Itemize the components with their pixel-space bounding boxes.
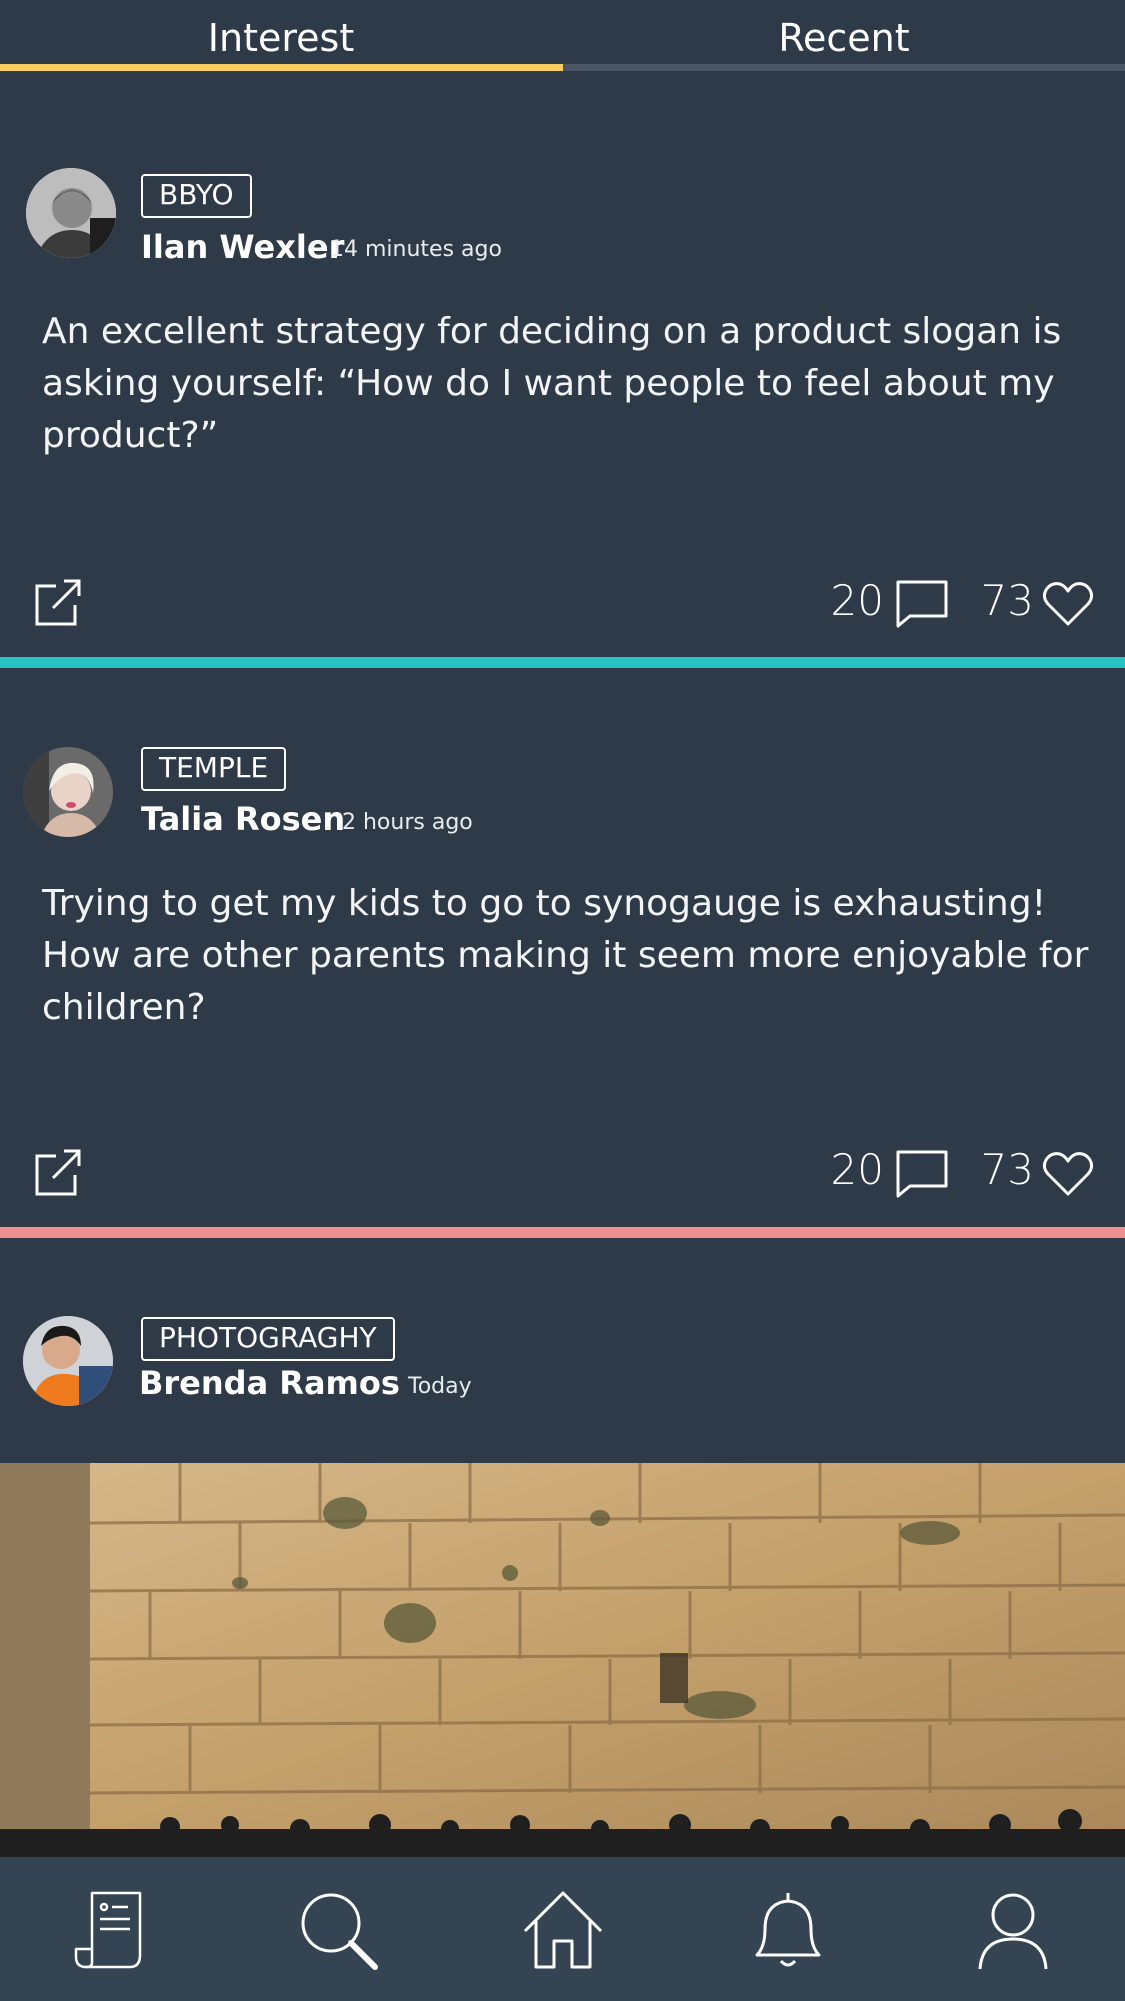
nav-home[interactable] xyxy=(450,1857,675,2001)
search-icon xyxy=(301,1893,378,1970)
bottom-nav xyxy=(0,1857,1125,2001)
nav-feed[interactable] xyxy=(0,1857,225,2001)
avatar-photo-icon xyxy=(26,168,116,258)
avatar[interactable] xyxy=(26,168,116,258)
post-text: Trying to get my kids to go to synogauge… xyxy=(42,883,1089,1028)
like-count: 73 xyxy=(980,576,1034,625)
share-icon[interactable] xyxy=(34,578,82,626)
group-tag[interactable]: PHOTOGRAGHY xyxy=(141,1317,395,1361)
comment-count: 20 xyxy=(830,576,884,625)
heart-icon[interactable] xyxy=(1042,580,1094,628)
heart-icon[interactable] xyxy=(1042,1150,1094,1198)
avatar[interactable] xyxy=(23,1316,113,1406)
nav-search[interactable] xyxy=(225,1857,450,2001)
comment-count: 20 xyxy=(830,1145,884,1194)
comment-icon[interactable] xyxy=(896,580,948,628)
scroll-icon xyxy=(74,1891,142,1969)
share-icon[interactable] xyxy=(34,1148,82,1196)
post-divider xyxy=(0,1227,1125,1238)
post-time: 2 hours ago xyxy=(342,810,473,835)
home-icon xyxy=(523,1891,603,1969)
post-time: Today xyxy=(408,1374,472,1399)
tab-indicator-inactive xyxy=(563,64,1125,71)
post-text: An excellent strategy for deciding on a … xyxy=(42,311,1062,456)
nav-profile[interactable] xyxy=(900,1857,1125,2001)
tab-recent[interactable]: Recent xyxy=(563,0,1125,72)
bell-icon xyxy=(755,1893,821,1967)
post-image[interactable] xyxy=(0,1463,1125,1857)
nav-notifications[interactable] xyxy=(675,1857,900,2001)
author-name[interactable]: Talia Rosen xyxy=(141,800,345,838)
post-time: 14 minutes ago xyxy=(330,237,502,262)
tab-interest[interactable]: Interest xyxy=(0,0,562,72)
author-name[interactable]: Ilan Wexler xyxy=(141,228,344,266)
group-tag[interactable]: BBYO xyxy=(141,174,252,218)
user-icon xyxy=(978,1893,1048,1970)
avatar-photo-icon xyxy=(23,747,113,837)
like-count: 73 xyxy=(980,1145,1034,1194)
avatar-photo-icon xyxy=(23,1316,113,1406)
tab-indicator-active xyxy=(0,64,563,71)
group-tag[interactable]: TEMPLE xyxy=(141,747,287,791)
post-divider xyxy=(0,657,1125,668)
author-name[interactable]: Brenda Ramos xyxy=(139,1364,400,1402)
tab-bar: Interest Recent xyxy=(0,0,1125,72)
wall-photo-icon xyxy=(0,1463,1125,1857)
avatar[interactable] xyxy=(23,747,113,837)
comment-icon[interactable] xyxy=(896,1150,948,1198)
